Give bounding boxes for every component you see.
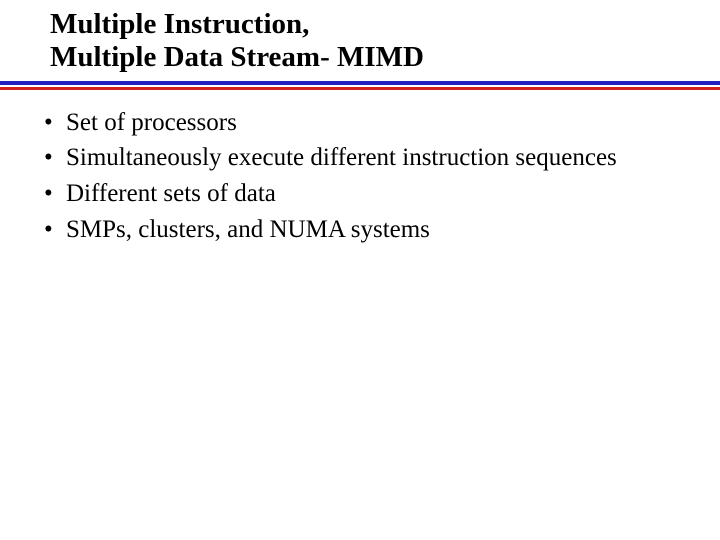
slide-container: Multiple Instruction, Multiple Data Stre… — [0, 0, 720, 540]
list-item: • SMPs, clusters, and NUMA systems — [42, 213, 680, 247]
divider-blue — [0, 81, 720, 85]
bullet-icon: • — [42, 213, 66, 247]
bullet-text: Different sets of data — [66, 177, 680, 211]
list-item: • Set of processors — [42, 106, 680, 140]
divider-red — [0, 87, 720, 90]
title-line-1: Multiple Instruction, — [50, 8, 720, 41]
bullet-text: Set of processors — [66, 106, 680, 140]
title-line-2: Multiple Data Stream- MIMD — [50, 41, 720, 74]
bullet-icon: • — [42, 177, 66, 211]
bullet-icon: • — [42, 141, 66, 175]
divider — [0, 81, 720, 90]
content-area: • Set of processors • Simultaneously exe… — [0, 106, 720, 247]
title-block: Multiple Instruction, Multiple Data Stre… — [0, 8, 720, 75]
bullet-text: SMPs, clusters, and NUMA systems — [66, 213, 680, 247]
bullet-icon: • — [42, 106, 66, 140]
list-item: • Simultaneously execute different instr… — [42, 141, 680, 175]
bullet-text: Simultaneously execute different instruc… — [66, 141, 680, 175]
bullet-list: • Set of processors • Simultaneously exe… — [42, 106, 680, 247]
list-item: • Different sets of data — [42, 177, 680, 211]
